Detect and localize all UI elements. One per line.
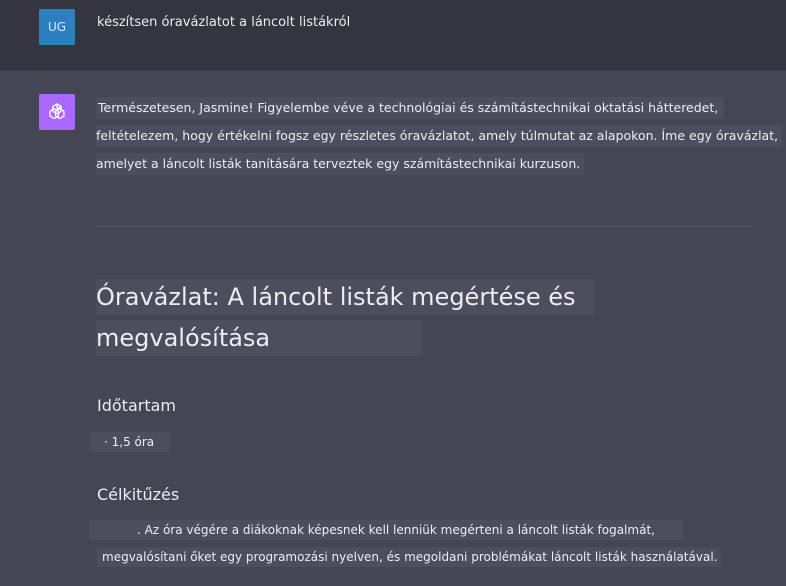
objective-line: megvalósítani őket egy programozási nyel… (97, 547, 722, 567)
lesson-title-line: megvalósítása (96, 320, 423, 356)
assistant-intro-line: Természetesen, Jasmine! Figyelembe véve … (96, 97, 725, 119)
assistant-intro-line: amelyet a láncolt listák tanítására terv… (96, 153, 585, 175)
objective-line: . Az óra végére a diákoknak képesnek kel… (89, 520, 683, 540)
duration-item: · 1,5 óra (90, 432, 171, 452)
duration-heading: Időtartam (97, 396, 176, 415)
assistant-avatar (39, 94, 75, 130)
assistant-intro-line: feltételezem, hogy értékelni fogsz egy r… (96, 125, 783, 147)
objective-heading: Célkitűzés (97, 485, 180, 504)
user-message-text: készítsen óravázlatot a láncolt listákró… (97, 15, 351, 30)
section-divider (97, 226, 752, 227)
lesson-title-line: Óravázlat: A láncolt listák megértése és (96, 279, 594, 315)
user-message-row: UG készítsen óravázlatot a láncolt listá… (0, 0, 786, 70)
user-avatar: UG (39, 9, 75, 45)
openai-logo-icon (49, 103, 65, 120)
